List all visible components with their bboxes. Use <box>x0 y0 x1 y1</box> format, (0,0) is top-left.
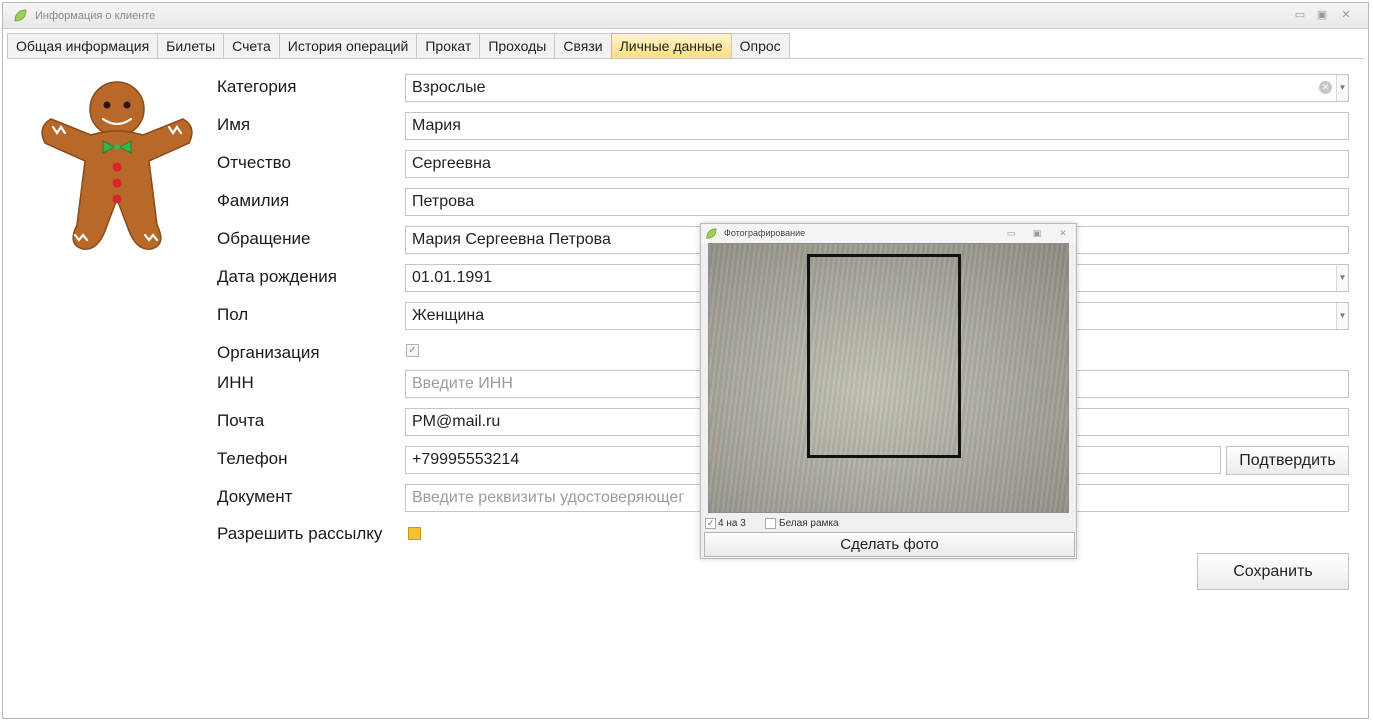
save-button[interactable]: Сохранить <box>1197 553 1349 590</box>
option-4x3-label: 4 на 3 <box>718 518 746 529</box>
leaf-icon <box>706 228 717 239</box>
category-value: Взрослые <box>412 79 486 96</box>
mailing-checkbox[interactable] <box>408 527 421 540</box>
tab-accounts[interactable]: Счета <box>223 33 279 59</box>
window-title: Информация о клиенте <box>35 10 156 22</box>
first-name-input[interactable]: Мария <box>405 112 1349 140</box>
mailing-label: Разрешить рассылку <box>217 524 383 543</box>
leaf-icon <box>14 9 27 22</box>
client-info-window: Информация о клиенте ▭ ▣ ✕ Общая информа… <box>2 2 1369 719</box>
tab-rental[interactable]: Прокат <box>416 33 480 59</box>
first-name-label: Имя <box>217 115 251 134</box>
birth-date-value: 01.01.1991 <box>412 269 493 286</box>
patronymic-label: Отчество <box>217 153 291 172</box>
inn-label: ИНН <box>217 373 254 392</box>
document-label: Документ <box>217 487 293 506</box>
tab-tickets[interactable]: Билеты <box>157 33 224 59</box>
minimize-icon[interactable]: ▭ <box>1005 227 1017 239</box>
email-label: Почта <box>217 411 265 430</box>
patronymic-input[interactable]: Сергеевна <box>405 150 1349 178</box>
camera-preview <box>708 243 1069 513</box>
last-name-label: Фамилия <box>217 191 290 210</box>
gender-value: Женщина <box>412 307 485 324</box>
minimize-icon[interactable]: ▭ <box>1293 8 1307 22</box>
tabs-divider <box>7 58 1364 59</box>
chevron-down-icon[interactable]: ▼ <box>1336 303 1348 329</box>
tab-links[interactable]: Связи <box>554 33 611 59</box>
tab-passes[interactable]: Проходы <box>479 33 555 59</box>
category-select[interactable]: Взрослые ✕ ▼ <box>405 74 1349 102</box>
gender-label: Пол <box>217 305 249 324</box>
confirm-phone-button[interactable]: Подтвердить <box>1226 446 1349 475</box>
maximize-icon[interactable]: ▣ <box>1315 8 1329 22</box>
window-titlebar[interactable]: Информация о клиенте ▭ ▣ ✕ <box>3 3 1368 29</box>
camera-title: Фотографирование <box>724 228 806 238</box>
chevron-down-icon[interactable]: ▼ <box>1336 75 1348 101</box>
organization-label: Организация <box>217 343 320 362</box>
white-frame-checkbox[interactable] <box>765 518 776 529</box>
last-name-input[interactable]: Петрова <box>405 188 1349 216</box>
organization-checkbox[interactable]: ✓ <box>406 344 419 357</box>
close-icon[interactable]: ✕ <box>1339 8 1353 22</box>
tab-general-info[interactable]: Общая информация <box>7 33 158 59</box>
tab-operation-history[interactable]: История операций <box>278 33 417 59</box>
close-icon[interactable]: ✕ <box>1057 227 1069 239</box>
category-label: Категория <box>217 77 297 96</box>
maximize-icon[interactable]: ▣ <box>1031 227 1043 239</box>
crop-frame[interactable] <box>807 254 961 458</box>
white-frame-label: Белая рамка <box>779 518 839 529</box>
option-4x3-checkbox[interactable]: ✓ <box>705 518 716 529</box>
tab-survey[interactable]: Опрос <box>730 33 790 59</box>
tab-personal-data[interactable]: Личные данные <box>610 33 731 59</box>
gingerbread-man-avatar[interactable] <box>41 75 193 253</box>
camera-dialog: Фотографирование ▭ ▣ ✕ ✓ 4 на 3 Белая ра… <box>700 223 1077 559</box>
take-photo-button[interactable]: Сделать фото <box>704 532 1075 557</box>
birth-date-label: Дата рождения <box>217 267 337 286</box>
camera-titlebar[interactable]: Фотографирование ▭ ▣ ✕ <box>701 224 1076 243</box>
phone-label: Телефон <box>217 449 288 468</box>
chevron-down-icon[interactable]: ▼ <box>1336 265 1348 291</box>
clear-icon[interactable]: ✕ <box>1319 81 1332 94</box>
tab-bar: Общая информация Билеты Счета История оп… <box>7 33 790 59</box>
address-label: Обращение <box>217 229 311 248</box>
